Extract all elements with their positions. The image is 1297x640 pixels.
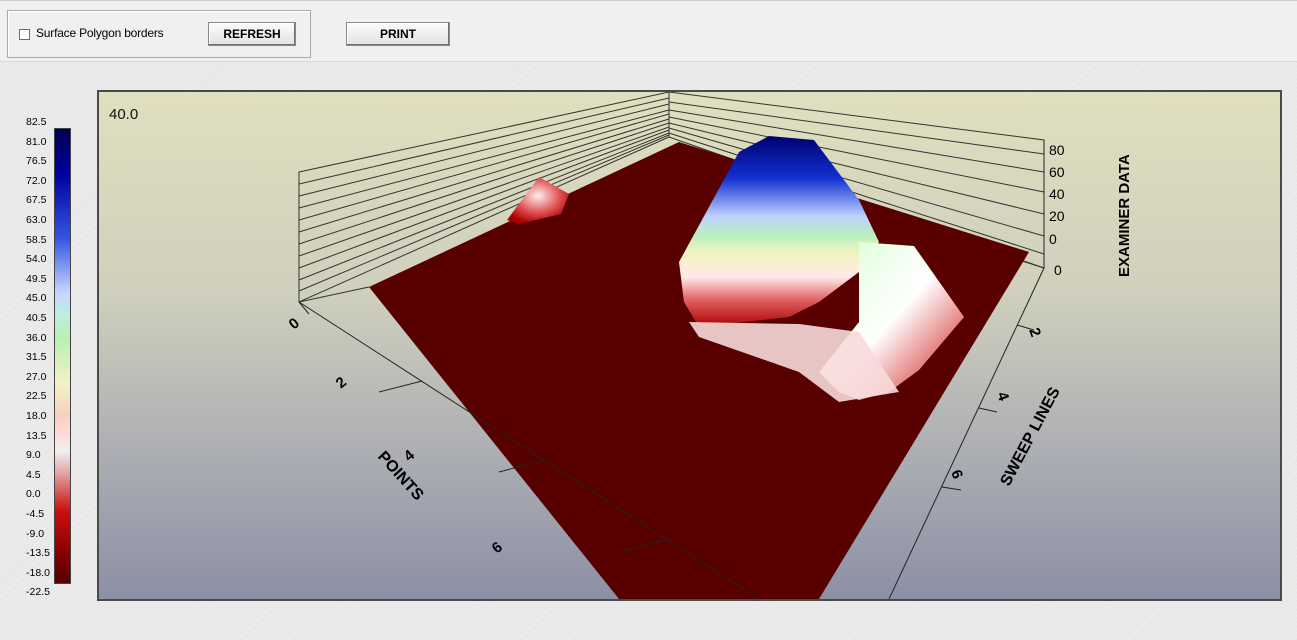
legend-value: 4.5 (26, 468, 41, 481)
surface-plot[interactable]: 40.0 80 60 40 20 0 0 EXAMINER DATA 0 2 4… (97, 90, 1282, 601)
refresh-button[interactable]: REFRESH (208, 22, 296, 46)
z-tick-80: 80 (1049, 142, 1065, 158)
z-tick-60: 60 (1049, 164, 1065, 180)
legend-value: 81.0 (26, 135, 47, 148)
legend-value: 72.0 (26, 174, 47, 187)
legend-value: 49.5 (26, 272, 47, 285)
z-axis-title: EXAMINER DATA (1116, 154, 1133, 277)
legend-value: 31.5 (26, 351, 47, 364)
options-group: Surface Polygon borders REFRESH (7, 10, 311, 58)
y-tick-2: 2 (1025, 326, 1044, 340)
legend-value: 63.0 (26, 214, 47, 226)
plot-corner-value: 40.0 (109, 106, 139, 123)
legend-value: 36.0 (26, 331, 47, 344)
legend-value: 0.0 (26, 488, 41, 501)
surface-floor (369, 142, 1029, 599)
legend-value: 54.0 (26, 253, 47, 266)
surface-plot-canvas: 80 60 40 20 0 0 EXAMINER DATA 0 2 4 6 PO… (286, 92, 1133, 599)
legend-value: 13.5 (26, 429, 47, 442)
y-tick-4: 4 (993, 390, 1012, 404)
legend-value: -13.5 (26, 547, 50, 560)
surface-polygon-borders-label: Surface Polygon borders (36, 26, 164, 40)
legend-value: -22.5 (26, 586, 50, 599)
legend-value: -4.5 (26, 508, 45, 520)
legend-value: 22.5 (26, 390, 47, 403)
color-legend-bar (54, 128, 71, 584)
x-tick-0: 0 (286, 315, 303, 333)
legend-value: 76.5 (26, 155, 47, 168)
legend-value: 82.5 (26, 116, 47, 128)
legend-value: -9.0 (26, 527, 45, 540)
legend-value: 58.5 (26, 233, 47, 246)
x-tick-2: 2 (333, 374, 350, 392)
legend-value: -18.0 (26, 566, 50, 579)
y-axis-title: SWEEP LINES (998, 384, 1064, 489)
legend-value: 67.5 (26, 194, 47, 207)
x-tick-6: 6 (489, 539, 506, 557)
z-tick-0-upper: 0 (1049, 231, 1057, 247)
surface-polygon-borders-checkbox[interactable] (19, 29, 30, 40)
legend-value: 9.0 (26, 449, 41, 462)
legend-value: 40.5 (26, 312, 47, 324)
z-tick-0-lower: 0 (1054, 262, 1062, 278)
x-axis-title: POINTS (374, 448, 427, 504)
z-tick-20: 20 (1049, 208, 1065, 224)
legend-value: 18.0 (26, 410, 47, 422)
x-tick-4: 4 (401, 446, 419, 465)
legend-value: 27.0 (26, 370, 47, 383)
z-tick-40: 40 (1049, 186, 1065, 202)
toolbar: Surface Polygon borders REFRESH PRINT (0, 0, 1297, 62)
legend-value: 45.0 (26, 292, 47, 305)
print-button[interactable]: PRINT (346, 22, 450, 46)
